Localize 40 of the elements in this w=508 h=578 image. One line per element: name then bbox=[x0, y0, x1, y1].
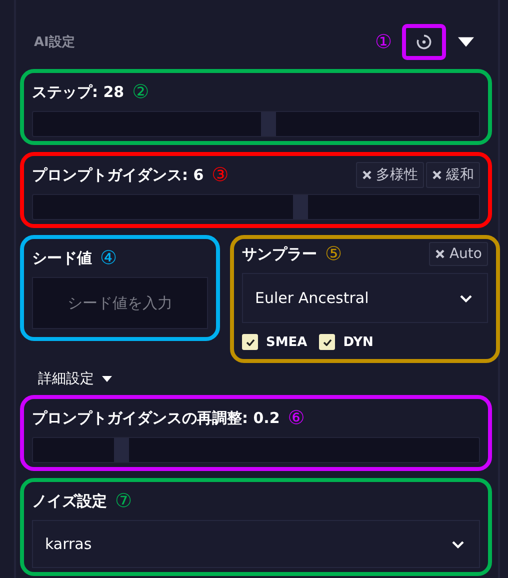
checkbox-label: DYN bbox=[343, 334, 374, 350]
dropdown[interactable]: Euler Ancestral bbox=[242, 273, 488, 323]
chip-button[interactable]: 多様性 bbox=[356, 162, 424, 188]
field-label: サンプラー bbox=[242, 244, 317, 264]
annotation-number: ⑥ bbox=[288, 408, 305, 428]
close-icon bbox=[362, 170, 372, 180]
slider-thumb[interactable] bbox=[292, 195, 308, 219]
check-icon bbox=[322, 338, 332, 346]
annotation-number: ④ bbox=[100, 248, 118, 268]
slider-thumb[interactable] bbox=[261, 112, 276, 136]
chevron-down-icon bbox=[451, 540, 465, 548]
details-toggle[interactable]: 詳細設定 bbox=[20, 370, 112, 388]
chip-button[interactable]: Auto bbox=[429, 242, 488, 266]
annotation-number: ① bbox=[374, 32, 392, 52]
annotation-number: ② bbox=[132, 82, 150, 102]
caret-down-icon bbox=[458, 37, 474, 47]
slider-thumb[interactable] bbox=[114, 438, 130, 462]
field-label: プロンプトガイダンス: 6 bbox=[32, 166, 204, 184]
chevron-down-icon bbox=[459, 294, 473, 302]
reset-icon bbox=[415, 33, 433, 51]
field-label: シード値 bbox=[32, 248, 92, 268]
annotation-number: ③ bbox=[212, 166, 229, 184]
check-icon bbox=[246, 338, 254, 346]
chip-button[interactable]: 緩和 bbox=[426, 162, 480, 188]
checkbox[interactable] bbox=[242, 334, 258, 350]
field-label: プロンプトガイダンスの再調整: 0.2 bbox=[32, 408, 280, 428]
close-icon bbox=[435, 249, 446, 259]
checkbox-label: SMEA bbox=[266, 334, 308, 350]
close-icon bbox=[432, 170, 442, 180]
section-title: AI設定 bbox=[34, 34, 75, 51]
field-label: ノイズ設定 bbox=[32, 492, 107, 510]
reset-button[interactable] bbox=[402, 24, 446, 60]
annotation-number: ⑤ bbox=[325, 244, 342, 264]
collapse-button[interactable] bbox=[458, 37, 474, 47]
input-field[interactable]: シード値を入力 bbox=[32, 277, 208, 329]
checkbox[interactable] bbox=[319, 334, 336, 350]
caret-down-icon bbox=[102, 376, 112, 382]
dropdown[interactable]: karras bbox=[32, 520, 480, 568]
annotation-number: ⑦ bbox=[115, 492, 132, 510]
field-label: ステップ: 28 bbox=[32, 82, 124, 102]
